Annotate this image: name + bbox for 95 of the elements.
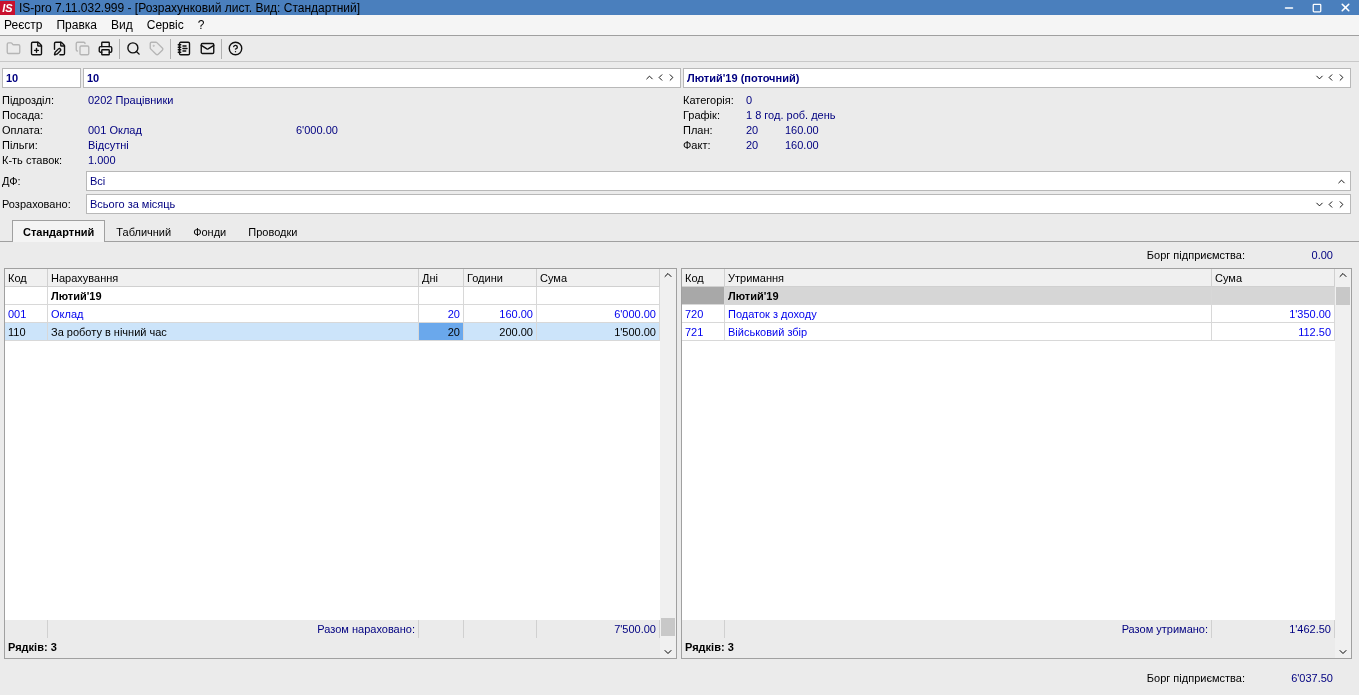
table-cell[interactable]: 1'500.00 (537, 323, 660, 341)
table-cell[interactable]: Лютий'19 (725, 287, 1212, 305)
menu-item[interactable]: Реєстр (4, 17, 43, 32)
info-label: Пільги: (2, 139, 39, 152)
info-label: Посада: (2, 109, 45, 122)
debt-label: Борг підприємства: (1146, 249, 1245, 261)
help-icon (228, 41, 243, 57)
total-value: 7'500.00 (537, 620, 660, 638)
tab[interactable]: Фонди (182, 221, 238, 241)
info-value: 001 Оклад (88, 124, 143, 137)
close-icon (1338, 1, 1352, 14)
column-header[interactable]: Сума (537, 269, 660, 287)
edit-icon (52, 41, 67, 57)
total-label: Разом утримано: (725, 620, 1212, 638)
table-cell[interactable]: 1'350.00 (1212, 305, 1335, 323)
folder-icon (6, 41, 21, 57)
column-header[interactable]: Нарахування (48, 269, 419, 287)
column-header[interactable]: Код (5, 269, 48, 287)
filter-field[interactable]: Всього за місяць (86, 194, 1351, 215)
filter-label: ДФ: (2, 175, 22, 188)
table-cell[interactable]: Оклад (48, 305, 419, 323)
filter-field[interactable]: Всі (86, 171, 1351, 192)
info-label: План: (683, 124, 714, 137)
table-cell[interactable] (682, 287, 725, 305)
table-cell[interactable]: 001 (5, 305, 48, 323)
new-icon (29, 41, 44, 57)
menu-item[interactable]: Вид (111, 17, 133, 32)
info-amount: 160.00 (785, 139, 820, 152)
tab[interactable]: Табличний (105, 221, 183, 241)
menu-item[interactable]: Правка (56, 17, 97, 32)
table-cell[interactable]: Військовий збір (725, 323, 1212, 341)
column-header[interactable]: Години (464, 269, 537, 287)
table-cell[interactable]: За роботу в нічний час (48, 323, 419, 341)
info-value: Відсутні (88, 139, 130, 152)
table-cell[interactable]: Лютий'19 (48, 287, 419, 305)
debt-value: 6'037.50 (1290, 672, 1333, 684)
column-header[interactable]: Дні (419, 269, 464, 287)
info-label: Категорія: (683, 94, 735, 107)
column-header[interactable]: Сума (1212, 269, 1335, 287)
info-value: 1 8 год. роб. день (746, 109, 836, 122)
table-cell[interactable]: 20 (419, 323, 464, 341)
notebook-icon (177, 41, 192, 57)
row-count: Рядків: 3 (7, 640, 58, 655)
table-cell[interactable]: 160.00 (464, 305, 537, 323)
window-title: IS-pro 7.11.032.999 - [Розрахунковий лист. Вид: Стандартний] (19, 0, 362, 15)
period-field[interactable]: Лютий'19 (поточний) (683, 67, 1351, 88)
table-cell[interactable]: 720 (682, 305, 725, 323)
info-label: Графік: (683, 109, 721, 122)
total-label: Разом нараховано: (48, 620, 419, 638)
info-value: 20 (746, 139, 760, 152)
search-icon (126, 41, 141, 57)
scrollbar[interactable] (660, 269, 676, 658)
copy-icon (75, 41, 90, 57)
info-value: 0 (746, 94, 754, 107)
scroll-thumb[interactable] (661, 618, 675, 636)
total-value: 1'462.50 (1212, 620, 1335, 638)
tab[interactable]: Проводки (237, 221, 309, 241)
menu-item[interactable]: Сервіс (146, 17, 184, 32)
maximize-icon (1312, 2, 1322, 13)
info-value: 0202 Працівники (88, 94, 175, 107)
info-label: Підрозділ: (2, 94, 56, 107)
name-field[interactable]: 10 (83, 67, 681, 88)
table-cell[interactable] (537, 287, 660, 305)
table-cell[interactable]: 721 (682, 323, 725, 341)
info-label: Факт: (683, 139, 712, 152)
table-cell[interactable]: 110 (5, 323, 48, 341)
app-logo: IS (0, 0, 15, 15)
tab[interactable]: Стандартний (12, 220, 106, 242)
code-field[interactable]: 10 (2, 67, 81, 88)
info-label: К-ть ставок: (2, 154, 64, 167)
table-cell[interactable] (419, 287, 464, 305)
info-value: 1.000 (88, 154, 117, 167)
table-cell[interactable] (464, 287, 537, 305)
info-value: 20 (746, 124, 760, 137)
print-icon (98, 41, 113, 57)
table-cell[interactable]: Податок з доходу (725, 305, 1212, 323)
debt-value: 0.00 (1310, 249, 1333, 261)
table-cell[interactable]: 112.50 (1212, 323, 1335, 341)
table-cell[interactable]: 200.00 (464, 323, 537, 341)
mail-icon (200, 41, 215, 57)
column-header[interactable]: Код (682, 269, 725, 287)
info-label: Оплата: (2, 124, 44, 137)
info-amount: 6'000.00 (296, 124, 339, 137)
menu-item[interactable]: ? (197, 17, 205, 32)
table-cell[interactable] (5, 287, 48, 305)
scrollbar[interactable] (1335, 269, 1351, 658)
debt-label: Борг підприємства: (1146, 672, 1245, 684)
column-header[interactable]: Утримання (725, 269, 1212, 287)
table-cell[interactable]: 6'000.00 (537, 305, 660, 323)
scroll-thumb[interactable] (1336, 287, 1350, 305)
info-amount: 160.00 (785, 124, 820, 137)
table-cell[interactable]: 20 (419, 305, 464, 323)
filter-label: Розраховано: (2, 198, 72, 211)
table-cell[interactable] (1212, 287, 1335, 305)
row-count: Рядків: 3 (684, 640, 735, 655)
